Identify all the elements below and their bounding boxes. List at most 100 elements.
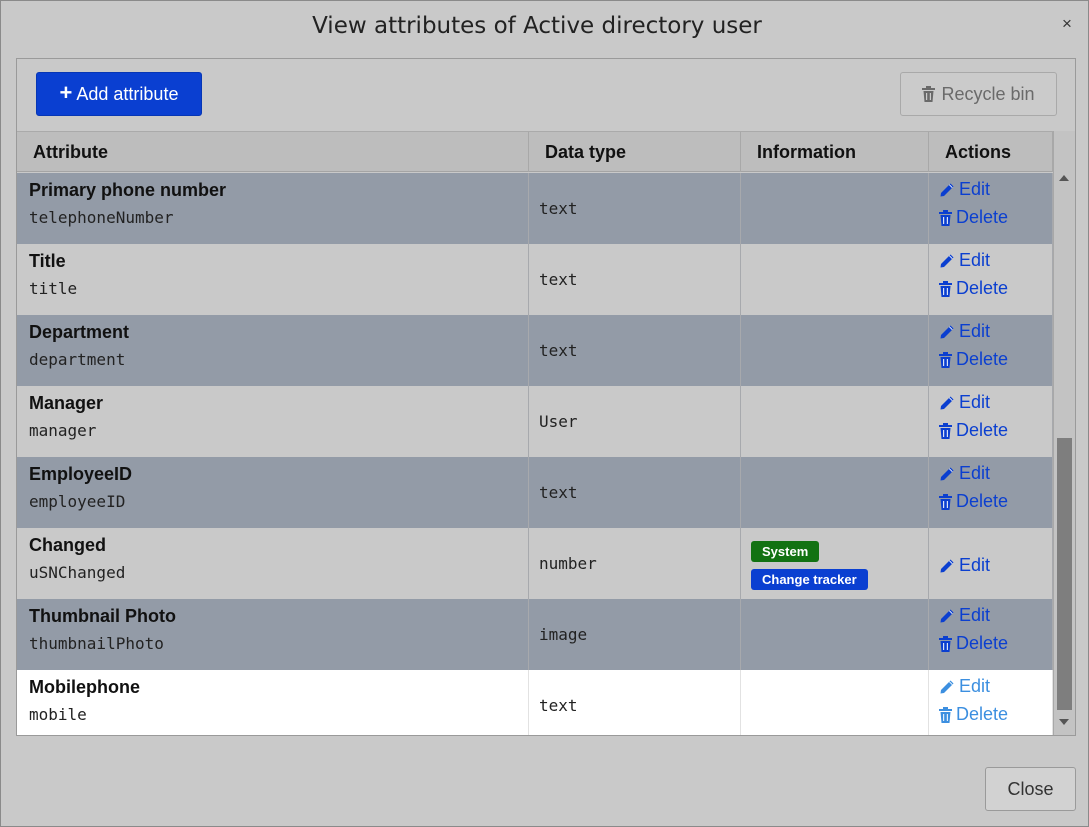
table-row: Title title text Edit Delete xyxy=(17,244,1053,315)
attribute-cell: Title title xyxy=(17,244,529,315)
trash-icon xyxy=(939,280,952,297)
edit-label: Edit xyxy=(959,676,991,696)
delete-button[interactable]: Delete xyxy=(939,491,1008,512)
table-row: Manager manager User Edit Delete xyxy=(17,386,1053,457)
data-type-cell: text xyxy=(529,457,741,528)
edit-button[interactable]: Edit xyxy=(939,463,990,484)
trash-icon xyxy=(939,493,952,510)
delete-button[interactable]: Delete xyxy=(939,704,1008,725)
information-cell xyxy=(741,670,929,735)
delete-label: Delete xyxy=(956,633,1009,653)
data-type-cell: text xyxy=(529,670,741,735)
edit-label: Edit xyxy=(959,250,991,270)
attribute-cell: Mobilephone mobile xyxy=(17,670,529,735)
table-body: Primary phone number telephoneNumber text E… xyxy=(17,173,1053,735)
pencil-icon xyxy=(939,608,955,624)
recycle-bin-button[interactable]: Recycle bin xyxy=(900,72,1057,116)
delete-button[interactable]: Delete xyxy=(939,633,1008,654)
delete-button[interactable]: Delete xyxy=(939,349,1008,370)
edit-label: Edit xyxy=(959,555,991,575)
data-type: number xyxy=(539,554,597,573)
pencil-icon xyxy=(939,253,955,269)
information-cell xyxy=(741,457,929,528)
system-badge: System xyxy=(751,541,820,562)
table-row: EmployeeID employeeID text Edit Delete xyxy=(17,457,1053,528)
data-type: image xyxy=(539,625,588,644)
edit-label: Edit xyxy=(959,321,991,341)
edit-button[interactable]: Edit xyxy=(939,179,990,200)
pencil-icon xyxy=(939,395,955,411)
edit-button[interactable]: Edit xyxy=(939,676,990,697)
attribute-name: employeeID xyxy=(29,492,126,511)
trash-icon xyxy=(939,209,952,226)
attribute-cell: Changed uSNChanged xyxy=(17,528,529,599)
information-cell xyxy=(741,315,929,386)
scrollbar[interactable] xyxy=(1053,131,1075,735)
attribute-name: department xyxy=(29,350,126,369)
add-attribute-button[interactable]: + Add attribute xyxy=(36,72,202,116)
table-row: Mobilephone mobile text Edit Delete xyxy=(17,670,1053,735)
actions-cell: Edit Delete xyxy=(929,173,1053,244)
scroll-down-icon[interactable] xyxy=(1059,719,1069,725)
edit-button[interactable]: Edit xyxy=(939,250,990,271)
trash-icon xyxy=(939,422,952,439)
data-type: text xyxy=(539,199,578,218)
dialog-title: View attributes of Active directory user xyxy=(312,13,762,39)
header-data-type[interactable]: Data type xyxy=(529,132,741,172)
scroll-up-icon[interactable] xyxy=(1059,175,1069,181)
header-information[interactable]: Information xyxy=(741,132,929,172)
attribute-cell: Department department xyxy=(17,315,529,386)
edit-button[interactable]: Edit xyxy=(939,605,990,626)
delete-label: Delete xyxy=(956,420,1009,440)
trash-icon xyxy=(939,635,952,652)
data-type: text xyxy=(539,270,578,289)
pencil-icon xyxy=(939,466,955,482)
information-cell xyxy=(741,599,929,670)
attribute-name: telephoneNumber xyxy=(29,208,174,227)
data-type: text xyxy=(539,696,578,715)
pencil-icon xyxy=(939,679,955,695)
attribute-cell: Primary phone number telephoneNumber xyxy=(17,173,529,244)
add-attribute-label: Add attribute xyxy=(76,83,179,104)
header-attribute[interactable]: Attribute xyxy=(17,132,529,172)
delete-label: Delete xyxy=(956,491,1009,511)
delete-label: Delete xyxy=(956,207,1009,227)
dialog: View attributes of Active directory user… xyxy=(0,0,1089,827)
header-actions: Actions xyxy=(929,132,1053,172)
edit-button[interactable]: Edit xyxy=(939,392,990,413)
plus-icon: + xyxy=(59,79,73,105)
data-type: text xyxy=(539,341,578,360)
edit-label: Edit xyxy=(959,463,991,483)
attributes-table: Attribute Data type Information Actions … xyxy=(17,131,1053,735)
scrollbar-thumb[interactable] xyxy=(1057,438,1072,710)
pencil-icon xyxy=(939,558,955,574)
attribute-name: manager xyxy=(29,421,97,440)
attribute-label: EmployeeID xyxy=(29,464,133,484)
attribute-cell: EmployeeID employeeID xyxy=(17,457,529,528)
information-cell xyxy=(741,173,929,244)
delete-button[interactable]: Delete xyxy=(939,420,1008,441)
attributes-panel: + Add attribute Recycle bin Attribute Da… xyxy=(16,58,1076,736)
close-button[interactable]: Close xyxy=(985,767,1076,811)
trash-icon xyxy=(939,351,952,368)
data-type-cell: text xyxy=(529,173,741,244)
edit-button[interactable]: Edit xyxy=(939,321,990,342)
recycle-bin-label: Recycle bin xyxy=(941,83,1035,104)
edit-button[interactable]: Edit xyxy=(939,555,990,576)
close-icon[interactable]: × xyxy=(1057,13,1077,35)
actions-cell: Edit xyxy=(929,528,1053,599)
attribute-label: Changed xyxy=(29,535,107,555)
data-type-cell: image xyxy=(529,599,741,670)
actions-cell: Edit Delete xyxy=(929,315,1053,386)
data-type-cell: number xyxy=(529,528,741,599)
delete-button[interactable]: Delete xyxy=(939,278,1008,299)
edit-label: Edit xyxy=(959,392,991,412)
edit-label: Edit xyxy=(959,605,991,625)
change-tracker-badge: Change tracker xyxy=(751,569,868,590)
actions-cell: Edit Delete xyxy=(929,386,1053,457)
table-row: Department department text Edit Delete xyxy=(17,315,1053,386)
information-cell xyxy=(741,386,929,457)
pencil-icon xyxy=(939,182,955,198)
delete-button[interactable]: Delete xyxy=(939,207,1008,228)
toolbar: + Add attribute Recycle bin xyxy=(17,59,1075,131)
